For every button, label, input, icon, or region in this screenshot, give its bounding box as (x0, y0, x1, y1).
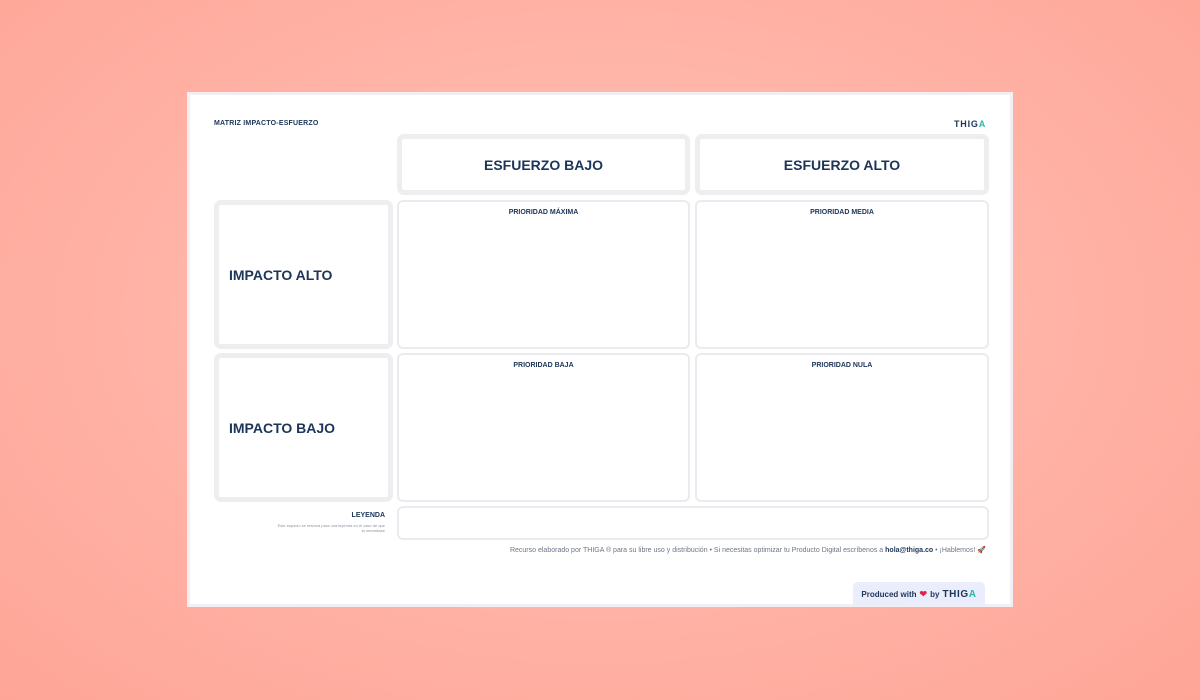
footer-email-link[interactable]: hola@thiga.co (885, 547, 933, 554)
quadrant-max-priority[interactable]: PRIORIDAD MÁXIMA (397, 200, 690, 349)
heart-icon: ❤ (919, 588, 928, 599)
column-header-low-effort-label: ESFUERZO BAJO (483, 156, 603, 173)
column-header-high-effort-label: ESFUERZO ALTO (783, 156, 901, 173)
produced-brand-main: THIG (942, 588, 969, 600)
quadrant-null-priority[interactable]: PRIORIDAD NULA (695, 353, 989, 502)
produced-brand-logo: THIGA (942, 589, 976, 600)
produced-with-badge[interactable]: Produced with ❤ by THIGA (853, 582, 985, 606)
column-header-low-effort[interactable]: ESFUERZO BAJO (397, 134, 690, 195)
produced-by-label: by (930, 589, 940, 599)
legend-note: Este espacio se reserva para una leyenda… (277, 523, 385, 533)
produced-with-label: Produced with (861, 589, 917, 599)
document-title: MATRIZ IMPACTO-ESFUERZO (214, 120, 319, 127)
legend-field[interactable] (397, 506, 989, 540)
footer-credits: Recurso elaborado por THIGA ® para su li… (510, 546, 986, 554)
row-header-low-impact-label: IMPACTO BAJO (229, 419, 336, 436)
quadrant-low-priority-label: PRIORIDAD BAJA (513, 362, 574, 369)
row-header-high-impact-label: IMPACTO ALTO (229, 266, 333, 283)
footer-text-after: • ¡Hablemos! 🚀 (933, 547, 986, 554)
footer-text-before: Recurso elaborado por THIGA ® para su li… (509, 547, 886, 554)
brand-logo-accent: A (978, 119, 986, 129)
brand-logo-main: THIG (953, 119, 979, 129)
quadrant-low-priority[interactable]: PRIORIDAD BAJA (397, 353, 690, 502)
quadrant-null-priority-label: PRIORIDAD NULA (811, 362, 873, 369)
quadrant-medium-priority-label: PRIORIDAD MEDIA (810, 209, 874, 216)
column-header-high-effort[interactable]: ESFUERZO ALTO (695, 134, 989, 195)
brand-logo: THIGA (954, 119, 986, 129)
row-header-low-impact[interactable]: IMPACTO BAJO (214, 353, 393, 502)
matrix-board: MATRIZ IMPACTO-ESFUERZO THIGA ESFUERZO B… (187, 92, 1013, 607)
produced-brand-accent: A (968, 588, 977, 600)
row-header-high-impact[interactable]: IMPACTO ALTO (214, 200, 393, 349)
quadrant-max-priority-label: PRIORIDAD MÁXIMA (508, 209, 579, 216)
legend-title: LEYENDA (351, 512, 385, 519)
quadrant-medium-priority[interactable]: PRIORIDAD MEDIA (695, 200, 989, 349)
